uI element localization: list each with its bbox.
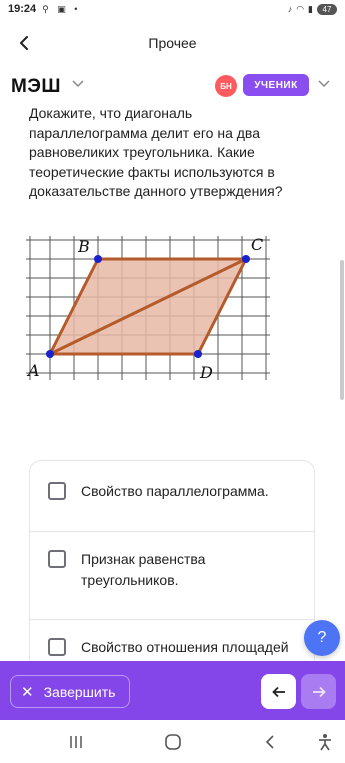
- label-c: C: [251, 235, 263, 254]
- signal-icon: ▮: [308, 3, 313, 14]
- system-nav-bar: [0, 720, 345, 763]
- recent-apps-icon: [70, 736, 82, 748]
- divider: [30, 619, 314, 620]
- chevron-down-icon[interactable]: [72, 80, 84, 88]
- status-bar: 19:24 ⚲ ▣ • ♪ ◠ ▮ 47: [0, 0, 345, 18]
- battery-icon: 47: [317, 3, 337, 15]
- system-back-button[interactable]: [258, 730, 282, 754]
- back-icon: [265, 735, 274, 749]
- scrollbar[interactable]: [340, 260, 344, 400]
- avatar[interactable]: БН: [215, 75, 237, 97]
- label-b: B: [77, 237, 90, 256]
- next-button[interactable]: [301, 674, 336, 709]
- app-header: МЭШ БН УЧЕНИК: [0, 70, 345, 102]
- wifi-icon: ◠: [296, 3, 305, 14]
- help-button[interactable]: ?: [304, 620, 340, 656]
- status-right-icons: ♪ ◠ ▮ 47: [287, 3, 337, 15]
- home-button[interactable]: [161, 730, 185, 754]
- parallelogram-figure: A B C D: [22, 230, 282, 382]
- arrow-right-icon: [312, 686, 326, 697]
- page-title: Прочее: [148, 35, 197, 51]
- answer-options: Свойство параллелограмма. Признак равенс…: [29, 460, 315, 670]
- accessibility-icon: [319, 734, 331, 751]
- accessibility-button[interactable]: [313, 730, 337, 754]
- divider: [30, 531, 314, 532]
- point-a: [46, 350, 54, 358]
- chevron-down-icon[interactable]: [318, 80, 330, 88]
- finish-button[interactable]: ✕ Завершить: [10, 675, 130, 708]
- recent-apps-button[interactable]: [64, 730, 88, 754]
- checkbox[interactable]: [48, 638, 66, 656]
- top-nav-bar: Прочее: [0, 25, 345, 61]
- answer-label: Свойство отношения площадей: [81, 639, 289, 655]
- point-b: [94, 255, 102, 263]
- mute-icon: ♪: [287, 4, 293, 14]
- answer-label: Признак равенства треугольников.: [81, 551, 206, 588]
- notification-icons: ⚲ ▣ •: [42, 3, 81, 14]
- question-text: Докажите, что диагональ параллелограмма …: [29, 105, 283, 199]
- status-time: 19:24: [8, 3, 37, 15]
- answer-option-1[interactable]: Свойство параллелограмма.: [30, 481, 314, 502]
- figure-canvas: A B C D: [26, 235, 270, 382]
- label-d: D: [199, 363, 213, 382]
- point-d: [194, 350, 202, 358]
- bottom-action-bar: ✕ Завершить: [0, 661, 345, 720]
- answer-option-3[interactable]: Свойство отношения площадей: [30, 637, 314, 658]
- previous-button[interactable]: [261, 674, 296, 709]
- checkbox[interactable]: [48, 482, 66, 500]
- point-c: [242, 255, 250, 263]
- finish-label: Завершить: [43, 683, 116, 700]
- role-badge[interactable]: УЧЕНИК: [243, 74, 309, 96]
- answer-label: Свойство параллелограмма.: [81, 483, 269, 499]
- arrow-left-icon: [271, 686, 285, 697]
- answer-option-2[interactable]: Признак равенства треугольников.: [30, 549, 314, 591]
- home-icon: [165, 734, 181, 750]
- checkbox[interactable]: [48, 550, 66, 568]
- label-a: A: [26, 361, 40, 380]
- close-icon: ✕: [21, 683, 34, 701]
- app-logo[interactable]: МЭШ: [11, 76, 61, 98]
